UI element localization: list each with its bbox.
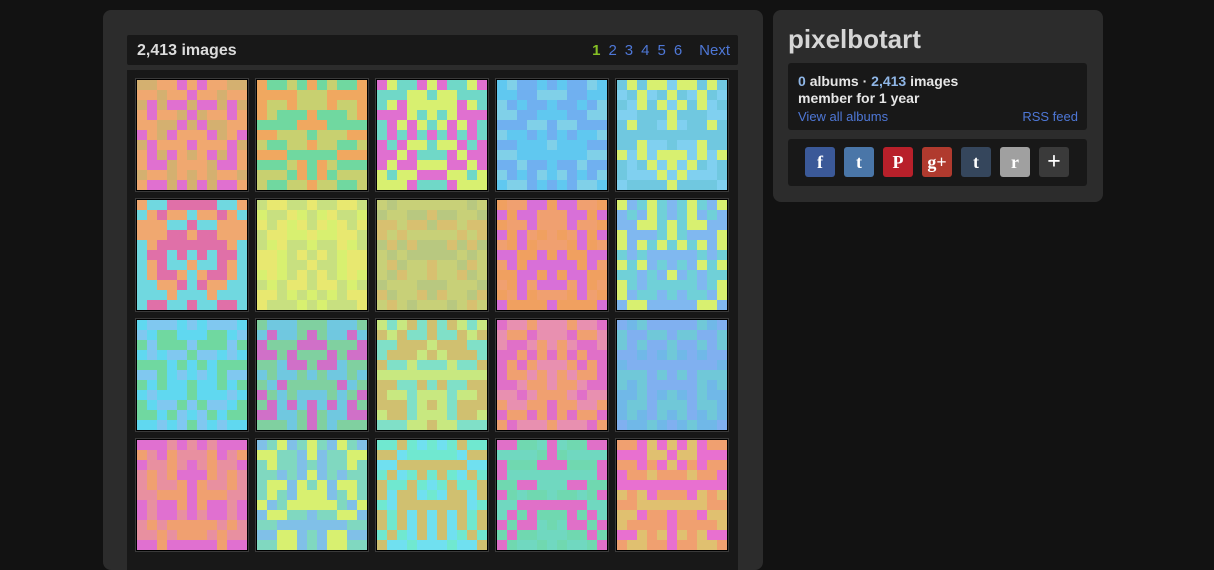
thumbnail[interactable] — [136, 199, 248, 311]
pixel-art-image — [257, 200, 367, 310]
thumbnail[interactable] — [616, 79, 728, 191]
pixel-art-image — [617, 320, 727, 430]
thumbnail[interactable] — [496, 319, 608, 431]
pixel-art-image — [377, 320, 487, 430]
pixel-art-image — [137, 440, 247, 550]
thumbnail[interactable] — [616, 439, 728, 551]
thumbnail[interactable] — [496, 439, 608, 551]
tumblr-icon: t — [973, 151, 979, 172]
reddit-icon: r — [1011, 151, 1019, 172]
member-since: member for 1 year — [798, 90, 920, 106]
pixel-art-image — [377, 80, 487, 190]
thumbnail[interactable] — [376, 199, 488, 311]
pixel-art-image — [257, 320, 367, 430]
view-all-albums-link[interactable]: View all albums — [798, 109, 888, 124]
page-2-link[interactable]: 2 — [608, 42, 616, 59]
facebook-share-button[interactable]: f — [805, 147, 835, 177]
thumbnail[interactable] — [376, 319, 488, 431]
thumbnail[interactable] — [616, 199, 728, 311]
twitter-icon: t — [856, 151, 862, 172]
thumbnail[interactable] — [616, 319, 728, 431]
pixel-art-image — [497, 320, 607, 430]
pixel-art-image — [257, 440, 367, 550]
image-count: 2,413 images — [137, 42, 237, 59]
tumblr-share-button[interactable]: t — [961, 147, 991, 177]
thumbnail-grid — [127, 70, 738, 570]
pixel-art-image — [497, 200, 607, 310]
pixel-art-image — [497, 440, 607, 550]
pagination: 1 2 3 4 5 6 Next — [584, 42, 730, 59]
add-share-icon: + — [1047, 148, 1061, 175]
page-5-link[interactable]: 5 — [657, 42, 665, 59]
rss-feed-link[interactable]: RSS feed — [1022, 109, 1078, 124]
next-page-link[interactable]: Next — [699, 42, 730, 59]
page-4-link[interactable]: 4 — [641, 42, 649, 59]
pixel-art-image — [257, 80, 367, 190]
thumbnail[interactable] — [496, 79, 608, 191]
gallery-panel: 2,413 images 1 2 3 4 5 6 Next — [103, 10, 763, 570]
pixel-art-image — [137, 80, 247, 190]
thumbnail[interactable] — [256, 199, 368, 311]
thumbnail[interactable] — [376, 439, 488, 551]
thumbnail[interactable] — [136, 79, 248, 191]
add-share-share-button[interactable]: + — [1039, 147, 1069, 177]
albums-label: albums — [809, 73, 859, 89]
profile-stats: 0 albums · 2,413 images member for 1 yea… — [788, 63, 1087, 130]
pixel-art-image — [137, 320, 247, 430]
twitter-share-button[interactable]: t — [844, 147, 874, 177]
thumbnail[interactable] — [376, 79, 488, 191]
images-label: images — [910, 73, 959, 89]
page-1-link[interactable]: 1 — [592, 42, 600, 59]
page-6-link[interactable]: 6 — [674, 42, 682, 59]
share-bar: f t Pg+ t r + — [788, 139, 1087, 186]
thumbnail[interactable] — [496, 199, 608, 311]
pixel-art-image — [617, 80, 727, 190]
pixel-art-image — [137, 200, 247, 310]
stats-summary: 0 albums · 2,413 images — [798, 73, 958, 89]
page-3-link[interactable]: 3 — [625, 42, 633, 59]
albums-count: 0 — [798, 73, 806, 89]
pinterest-share-button[interactable]: P — [883, 147, 913, 177]
profile-panel: pixelbotart 0 albums · 2,413 images memb… — [773, 10, 1103, 202]
pixel-art-image — [377, 200, 487, 310]
images-count: 2,413 — [871, 73, 907, 89]
stats-separator: · — [858, 73, 872, 89]
thumbnail[interactable] — [136, 439, 248, 551]
pixel-art-image — [617, 440, 727, 550]
thumbnail[interactable] — [256, 319, 368, 431]
facebook-icon: f — [817, 151, 823, 172]
gallery-header: 2,413 images 1 2 3 4 5 6 Next — [127, 35, 738, 65]
thumbnail[interactable] — [256, 439, 368, 551]
googleplus-icon: g+ — [927, 151, 947, 172]
pixel-art-image — [617, 200, 727, 310]
thumbnail[interactable] — [256, 79, 368, 191]
thumbnail[interactable] — [136, 319, 248, 431]
googleplus-share-button[interactable]: g+ — [922, 147, 952, 177]
pixel-art-image — [377, 440, 487, 550]
username: pixelbotart — [788, 24, 921, 54]
pinterest-icon: P — [892, 151, 904, 172]
reddit-share-button[interactable]: r — [1000, 147, 1030, 177]
pixel-art-image — [497, 80, 607, 190]
